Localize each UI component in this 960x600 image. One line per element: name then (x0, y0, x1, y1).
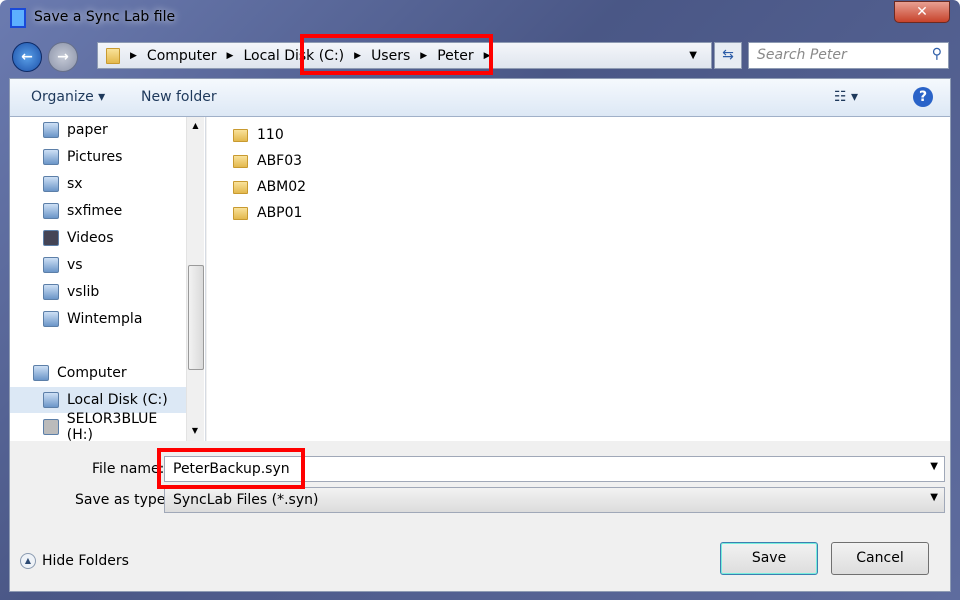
file-list: 110 ABF03 ABM02 ABP01 (207, 117, 950, 441)
folder-icon (233, 206, 248, 220)
highlight-box-filename (157, 448, 305, 489)
app-icon (10, 8, 26, 28)
library-icon (43, 284, 59, 300)
toolbar: Organize ▾ New folder ☷ ▾ ? (10, 79, 950, 117)
nav-item-wintempla[interactable]: Wintempla (10, 306, 186, 332)
folder-item[interactable]: ABF03 (233, 153, 302, 169)
nav-label: vslib (67, 284, 100, 300)
folder-icon (233, 154, 248, 168)
dialog-window: Save a Sync Lab file ✕ ← → ▶ Computer ▶ … (0, 0, 960, 600)
nav-label: SELOR3BLUE (H:) (66, 411, 158, 441)
nav-scrollbar[interactable]: ▲ ▼ (186, 117, 204, 441)
nav-label: sx (67, 176, 83, 192)
library-icon (43, 176, 59, 192)
back-button[interactable]: ← (12, 42, 42, 72)
organize-button[interactable]: Organize ▾ (31, 89, 105, 105)
library-icon (43, 149, 59, 165)
folder-item[interactable]: ABP01 (233, 205, 302, 221)
address-dropdown-icon[interactable]: ▼ (689, 50, 697, 61)
help-icon[interactable]: ? (913, 87, 933, 107)
folder-icon (233, 180, 248, 194)
scrollbar-thumb[interactable] (188, 265, 204, 370)
nav-label: Videos (67, 230, 114, 246)
chevron-right-icon[interactable]: ▶ (130, 51, 137, 61)
chevron-down-icon[interactable]: ▼ (930, 492, 938, 503)
nav-item-local-disk[interactable]: Local Disk (C:) (10, 387, 186, 413)
close-button[interactable]: ✕ (894, 1, 950, 23)
folder-name: 110 (257, 127, 284, 143)
nav-item-videos[interactable]: Videos (10, 225, 186, 251)
scroll-up-icon[interactable]: ▲ (187, 121, 204, 130)
search-input[interactable]: Search Peter ⚲ (748, 42, 949, 69)
nav-item-computer[interactable]: Computer (10, 360, 186, 386)
nav-item-sxfimee[interactable]: sxfimee (10, 198, 186, 224)
folder-icon (233, 128, 248, 142)
navigation-pane: paper Pictures sx sxfimee Videos vs vsli… (10, 117, 206, 441)
hide-folders-label: Hide Folders (42, 553, 129, 569)
library-icon (43, 257, 59, 273)
forward-button[interactable]: → (48, 42, 78, 72)
save-type-select[interactable]: SyncLab Files (*.syn) ▼ (164, 487, 945, 513)
library-icon (43, 311, 59, 327)
folder-name: ABM02 (257, 179, 307, 195)
nav-item-sx[interactable]: sx (10, 171, 186, 197)
nav-label: vs (67, 257, 83, 273)
highlight-box-address (300, 34, 493, 75)
new-folder-button[interactable]: New folder (141, 89, 217, 105)
nav-item-selor3blue[interactable]: SELOR3BLUE (H:) (10, 411, 186, 441)
nav-label: Local Disk (C:) (67, 392, 168, 408)
nav-item-paper[interactable]: paper (10, 117, 186, 143)
nav-label: sxfimee (67, 203, 123, 219)
folder-name: ABF03 (257, 153, 303, 169)
hide-folders-button[interactable]: ▲ Hide Folders (20, 553, 129, 569)
views-button[interactable]: ☷ ▾ (834, 89, 858, 105)
search-placeholder: Search Peter (757, 47, 847, 63)
save-button[interactable]: Save (720, 542, 818, 575)
refresh-button[interactable]: ⇆ (714, 42, 742, 69)
folder-item[interactable]: 110 (233, 127, 284, 143)
chevron-up-icon: ▲ (20, 553, 36, 569)
library-icon (43, 203, 59, 219)
breadcrumb-computer[interactable]: Computer (147, 48, 217, 64)
computer-icon (33, 365, 49, 381)
nav-label: Pictures (67, 149, 123, 165)
nav-label: paper (67, 122, 108, 138)
nav-label: Wintempla (67, 311, 143, 327)
window-title: Save a Sync Lab file (34, 9, 176, 25)
library-icon (43, 122, 59, 138)
removable-drive-icon (43, 419, 59, 435)
file-name-label: File name: (92, 461, 165, 477)
cancel-button[interactable]: Cancel (831, 542, 929, 575)
chevron-down-icon[interactable]: ▼ (930, 461, 938, 472)
video-icon (43, 230, 59, 246)
nav-item-vs[interactable]: vs (10, 252, 186, 278)
save-type-label: Save as type: (75, 492, 171, 508)
search-icon[interactable]: ⚲ (932, 46, 942, 62)
dialog-body: Organize ▾ New folder ☷ ▾ ? paper Pictur… (9, 78, 951, 592)
folder-item[interactable]: ABM02 (233, 179, 306, 195)
chevron-right-icon[interactable]: ▶ (227, 51, 234, 61)
folder-name: ABP01 (257, 205, 303, 221)
nav-label: Computer (57, 365, 127, 381)
drive-icon (43, 392, 59, 408)
nav-item-vslib[interactable]: vslib (10, 279, 186, 305)
nav-item-pictures[interactable]: Pictures (10, 144, 186, 170)
folder-icon (106, 47, 120, 64)
scroll-down-icon[interactable]: ▼ (187, 426, 203, 435)
save-type-value: SyncLab Files (*.syn) (173, 492, 319, 508)
